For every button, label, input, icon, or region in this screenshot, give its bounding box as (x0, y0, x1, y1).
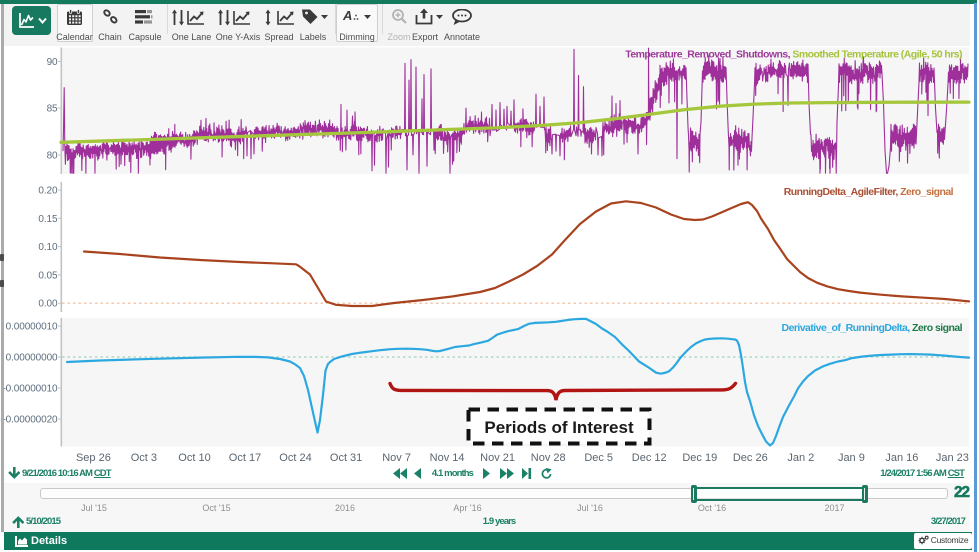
svg-text:-0.00000020: -0.00000020 (2, 415, 58, 426)
svg-text:Dec 26: Dec 26 (733, 452, 768, 464)
svg-text:Derivative_of_RunningDelta, Ze: Derivative_of_RunningDelta, Zero signal (782, 322, 963, 334)
svg-text:Jan 2: Jan 2 (787, 452, 814, 464)
svg-text:-0.00000010: -0.00000010 (2, 384, 58, 395)
svg-text:Dec 19: Dec 19 (682, 452, 717, 464)
svg-text:Oct 31: Oct 31 (330, 452, 362, 464)
svg-text:Periods of Interest: Periods of Interest (484, 418, 634, 437)
svg-text:Jan 16: Jan 16 (885, 452, 918, 464)
svg-text:0.15: 0.15 (38, 214, 58, 225)
svg-text:Temperature_Removed_Shutdowns,: Temperature_Removed_Shutdowns, Smoothed … (625, 49, 962, 61)
svg-text:Jan 23: Jan 23 (936, 452, 969, 464)
svg-text:Oct 10: Oct 10 (178, 452, 210, 464)
svg-text:0.00: 0.00 (38, 299, 58, 310)
svg-text:0.00000010: 0.00000010 (6, 322, 58, 333)
svg-text:RunningDelta_AgileFilter, Zero: RunningDelta_AgileFilter, Zero_signal (784, 186, 954, 198)
svg-text:0.00000000: 0.00000000 (6, 353, 58, 364)
svg-text:Oct 3: Oct 3 (131, 452, 157, 464)
svg-text:0.05: 0.05 (38, 270, 58, 281)
svg-text:0.20: 0.20 (38, 186, 58, 197)
svg-text:Oct 17: Oct 17 (229, 452, 261, 464)
svg-text:80: 80 (47, 151, 58, 162)
svg-text:Nov 14: Nov 14 (430, 452, 465, 464)
svg-text:Dec 12: Dec 12 (632, 452, 667, 464)
svg-text:Oct 24: Oct 24 (279, 452, 311, 464)
svg-text:Nov 7: Nov 7 (382, 452, 411, 464)
svg-text:Nov 21: Nov 21 (480, 452, 515, 464)
svg-text:85: 85 (47, 104, 58, 115)
svg-text:Nov 28: Nov 28 (531, 452, 566, 464)
svg-text:0.10: 0.10 (38, 242, 58, 253)
svg-text:Jan 9: Jan 9 (838, 452, 865, 464)
svg-text:Sep 26: Sep 26 (76, 452, 111, 464)
svg-text:90: 90 (47, 57, 58, 68)
svg-text:Dec 5: Dec 5 (584, 452, 613, 464)
